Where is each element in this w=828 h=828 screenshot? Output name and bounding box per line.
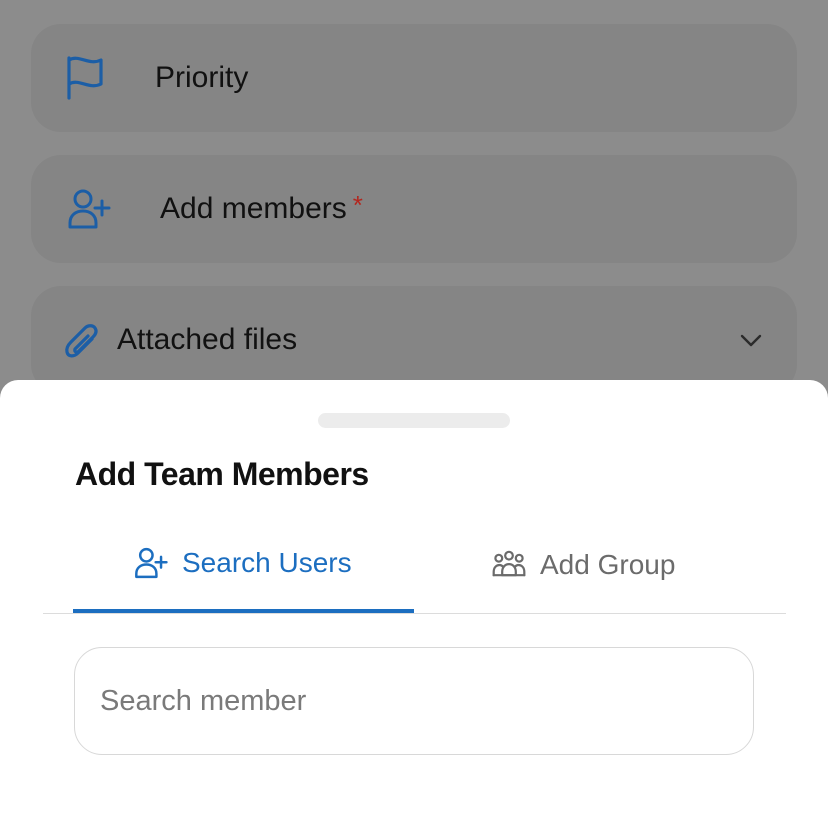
add-members-sheet: Add Team Members Search Users Add Group [0, 380, 828, 828]
tab-add-group-label: Add Group [540, 549, 676, 580]
add-user-icon [67, 187, 111, 236]
chevron-down-icon[interactable] [740, 334, 762, 353]
attached-files-label: Attached files [117, 323, 298, 356]
priority-row[interactable]: Priority [31, 24, 797, 132]
sheet-title: Add Team Members [75, 456, 369, 492]
tab-search-users-label: Search Users [182, 547, 352, 578]
active-tab-indicator [73, 609, 414, 613]
add-members-label: Add members * [160, 190, 363, 226]
group-icon [492, 548, 526, 582]
flag-icon [65, 54, 105, 105]
tab-search-users[interactable]: Search Users [134, 546, 352, 580]
tab-add-group[interactable]: Add Group [492, 548, 675, 582]
tab-divider [43, 613, 786, 614]
required-marker: * [352, 190, 363, 220]
add-members-text: Add members [160, 192, 347, 225]
attached-files-row[interactable]: Attached files [31, 286, 797, 394]
add-user-icon [134, 546, 168, 580]
sheet-drag-handle[interactable] [318, 413, 510, 428]
paperclip-icon [64, 323, 100, 368]
search-member-input[interactable] [75, 648, 753, 754]
search-member-box[interactable] [74, 647, 754, 755]
priority-label: Priority [155, 61, 249, 94]
add-members-row[interactable]: Add members * [31, 155, 797, 263]
